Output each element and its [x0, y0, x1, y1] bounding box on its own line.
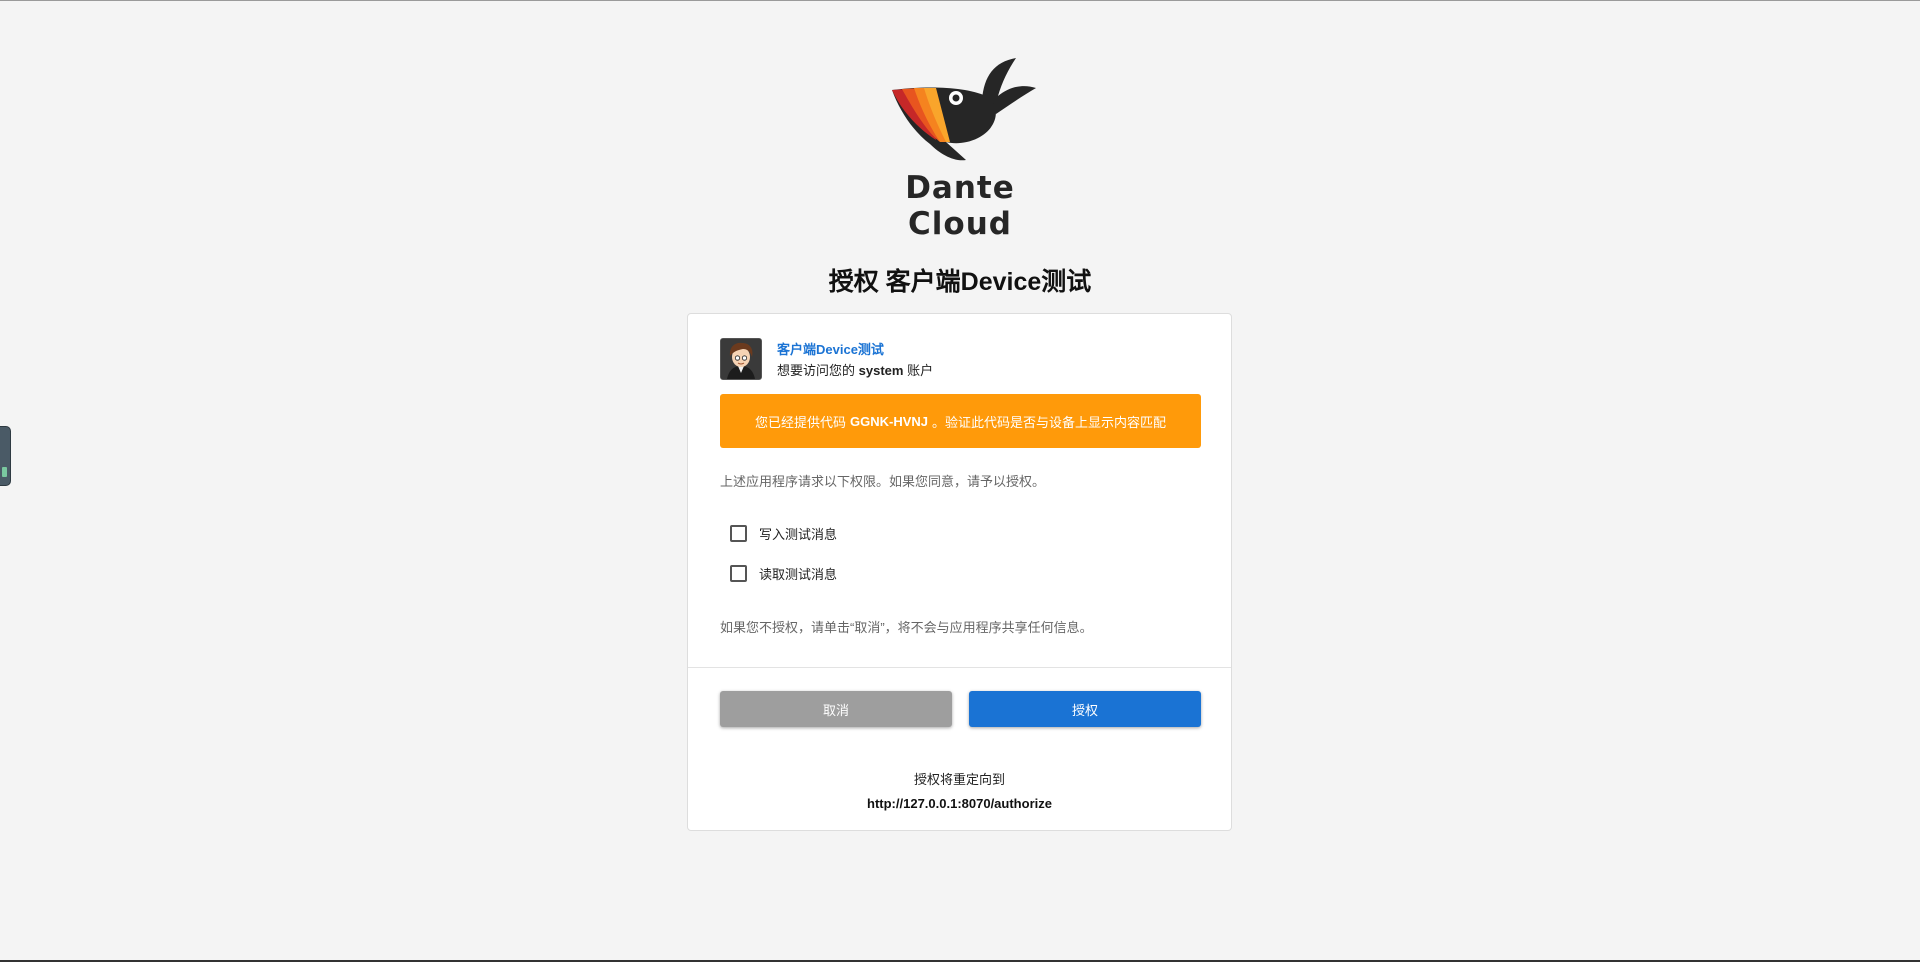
redirect-url: http://127.0.0.1:8070/authorize [867, 796, 1052, 811]
access-request-text: 想要访问您的 system 账户 [777, 360, 933, 379]
brand-name: Dante Cloud [905, 170, 1015, 242]
device-code-alert: 您已经提供代码 GGNK-HVNJ 。验证此代码是否与设备上显示内容匹配 [720, 394, 1201, 448]
cancel-button[interactable]: 取消 [720, 691, 952, 727]
client-avatar [720, 338, 762, 380]
permission-checkbox[interactable] [730, 564, 747, 582]
alert-suffix: 。验证此代码是否与设备上显示内容匹配 [932, 414, 1167, 430]
side-drawer-indicator [2, 467, 7, 477]
client-name-link[interactable]: 客户端Device测试 [777, 339, 884, 358]
redirect-label: 授权将重定向到 [913, 772, 1005, 787]
account-name: system [858, 363, 904, 378]
side-drawer-handle[interactable] [0, 426, 11, 486]
brand-logo: Dante Cloud [860, 56, 1060, 242]
permission-write-test-messages[interactable]: 写入测试消息 [730, 522, 837, 544]
authorize-button[interactable]: 授权 [969, 691, 1201, 727]
card-divider [688, 667, 1231, 668]
permission-checkbox[interactable] [730, 524, 747, 542]
deny-note: 如果您不授权，请单击“取消”，将不会与应用程序共享任何信息。 [720, 620, 1093, 635]
access-prefix: 想要访问您的 [777, 363, 856, 378]
permission-read-test-messages[interactable]: 读取测试消息 [730, 562, 837, 584]
permission-label: 写入测试消息 [759, 526, 838, 542]
device-code: GGNK-HVNJ [849, 413, 928, 429]
page-title: 授权 客户端Device测试 [828, 268, 1092, 296]
alert-prefix: 您已经提供代码 [754, 414, 846, 430]
permission-label: 读取测试消息 [759, 566, 838, 582]
user-avatar [721, 339, 761, 379]
authorization-card: 客户端Device测试 想要访问您的 system 账户 您已经提供代码 GGN… [687, 313, 1232, 831]
whale-logo-icon [892, 58, 1036, 161]
access-suffix: 账户 [907, 363, 934, 378]
window-top-border [0, 0, 1920, 1]
permissions-intro: 上述应用程序请求以下权限。如果您同意，请予以授权。 [720, 474, 1046, 489]
